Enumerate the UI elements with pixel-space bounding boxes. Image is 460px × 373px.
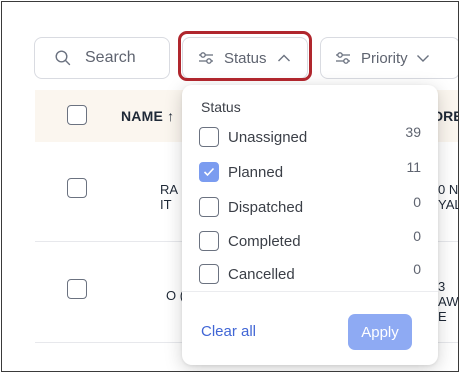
status-option-completed[interactable]: Completed 0 — [199, 228, 421, 253]
column-header-name[interactable]: NAME ↑ — [121, 108, 174, 124]
status-option-cancelled[interactable]: Cancelled 0 — [199, 261, 421, 286]
option-count: 11 — [406, 159, 421, 175]
option-label: Unassigned — [228, 128, 308, 146]
row-address-cell: 0 N YAL — [438, 182, 459, 212]
option-label: Cancelled — [228, 265, 295, 283]
option-count: 0 — [413, 261, 421, 277]
row-checkbox[interactable] — [67, 178, 87, 198]
option-count: 39 — [405, 124, 421, 140]
priority-filter-label: Priority — [361, 49, 408, 67]
option-label: Completed — [228, 232, 301, 250]
option-checkbox[interactable] — [199, 231, 219, 251]
row-checkbox[interactable] — [67, 279, 87, 299]
option-checkbox[interactable] — [199, 264, 219, 284]
status-option-unassigned[interactable]: Unassigned 39 — [199, 124, 421, 149]
search-input[interactable]: Search — [34, 37, 170, 79]
clear-all-link[interactable]: Clear all — [201, 323, 256, 340]
option-label: Planned — [228, 163, 284, 181]
checkmark-icon — [203, 167, 215, 177]
option-checkbox[interactable] — [199, 127, 219, 147]
option-checkbox-checked[interactable] — [199, 162, 219, 182]
dropdown-divider — [182, 291, 438, 292]
sliders-icon — [336, 52, 350, 64]
search-placeholder: Search — [85, 49, 136, 66]
apply-button[interactable]: Apply — [348, 314, 412, 350]
option-count: 0 — [413, 228, 421, 244]
priority-filter-button[interactable]: Priority — [320, 37, 458, 79]
app-frame: Search Status Priority NAME ↑ DR RA IT 0… — [1, 1, 459, 372]
dropdown-title: Status — [201, 99, 241, 115]
status-button-highlight — [178, 31, 312, 81]
status-option-dispatched[interactable]: Dispatched 0 — [199, 194, 421, 219]
status-filter-dropdown: Status Unassigned 39 Planned 11 Dispatch… — [182, 85, 438, 365]
select-all-checkbox[interactable] — [67, 105, 87, 125]
status-option-planned[interactable]: Planned 11 — [199, 159, 421, 184]
search-icon — [55, 50, 71, 66]
row-address-cell: 3 AWF E — [438, 279, 459, 324]
option-count: 0 — [413, 194, 421, 210]
row-name-cell: RA IT — [160, 182, 179, 212]
option-label: Dispatched — [228, 198, 304, 216]
option-checkbox[interactable] — [199, 197, 219, 217]
chevron-down-icon — [416, 55, 429, 62]
